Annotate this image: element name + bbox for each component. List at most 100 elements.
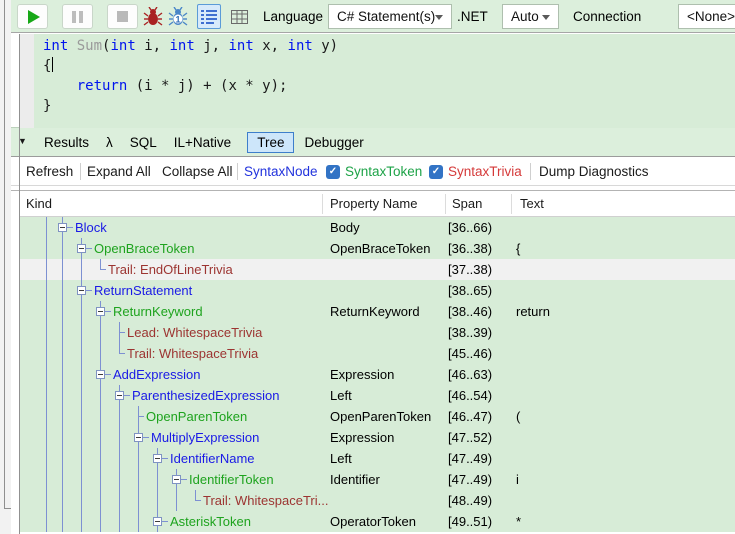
collapse-toggle-icon[interactable] [115,391,124,400]
collapse-toggle-icon[interactable] [77,286,86,295]
tab--[interactable]: λ [105,132,114,153]
kind-cell: Trail: WhitespaceTrivia [127,343,258,364]
collapse-toggle-icon[interactable] [172,475,181,484]
data-grid-results-button[interactable] [227,4,251,29]
tree-row-asterisktoken[interactable]: AsteriskTokenOperatorToken[49..51)* [20,511,735,532]
tree-row-identifiername[interactable]: IdentifierNameLeft[47..49) [20,448,735,469]
debug-single-thread-button[interactable]: 1 [167,5,189,28]
tab-tree[interactable]: Tree [247,132,294,153]
tree-row-trail-whitespacetri-[interactable]: Trail: WhitespaceTri...[48..49) [20,490,735,511]
tree-grid-header: Kind Property Name Span Text [20,191,735,217]
collapse-toggle-icon[interactable] [134,433,143,442]
bug-icon [143,7,163,27]
dump-diagnostics-button[interactable]: Dump Diagnostics [539,164,649,179]
code-line[interactable]: } [43,96,338,116]
rich-text-results-button[interactable] [197,4,221,29]
span-cell: [48..49) [448,490,492,511]
kind-cell: AddExpression [113,364,200,385]
code-token: j, [195,38,229,54]
collapse-toggle-icon[interactable] [153,517,162,526]
tree-row-trail-endoflinetrivia[interactable]: Trail: EndOfLineTrivia[37..38) [20,259,735,280]
expand-all-button[interactable]: Expand All [87,164,151,179]
code-token: { [43,58,51,74]
window-border-line [4,0,5,509]
tree-row-multiplyexpression[interactable]: MultiplyExpressionExpression[47..52) [20,427,735,448]
refresh-button[interactable]: Refresh [26,164,73,179]
kind-cell: ReturnStatement [94,280,192,301]
connection-select[interactable]: <None> [678,4,735,29]
pause-button[interactable] [62,4,93,29]
code-line[interactable]: return (i * j) + (x * y); [43,76,338,96]
tree-guide-line [139,416,144,417]
tree-row-block[interactable]: BlockBody[36..66) [20,217,735,238]
toolbar-separator [237,163,238,180]
syntaxtrivia-label[interactable]: SyntaxTrivia [448,164,522,179]
run-button[interactable] [17,4,48,29]
code-editor[interactable]: int Sum(int i, int j, int x, int y) { ret… [11,34,735,128]
debug-button[interactable] [142,5,164,28]
tree-row-openbracetoken[interactable]: OpenBraceTokenOpenBraceToken[36..38){ [20,238,735,259]
tree-guide-line [196,500,201,501]
language-label: Language [263,9,323,24]
tree-guide-line [105,374,111,375]
tree-row-lead-whitespacetrivia[interactable]: Lead: WhitespaceTrivia[38..39) [20,322,735,343]
tab-results[interactable]: Results [43,132,90,153]
dotnet-select[interactable]: Auto [502,4,559,29]
tree-guide-line [62,385,63,406]
column-separator[interactable] [445,194,446,214]
tree-guide-line [81,364,82,385]
tree-row-identifiertoken[interactable]: IdentifierTokenIdentifier[47..49)i [20,469,735,490]
code-lines[interactable]: int Sum(int i, int j, int x, int y) { ret… [43,36,338,116]
collapse-toggle-icon[interactable] [153,454,162,463]
tab-debugger[interactable]: Debugger [303,132,364,153]
tree-row-trail-whitespacetrivia[interactable]: Trail: WhitespaceTrivia [45..46) [20,343,735,364]
code-token: } [43,98,51,114]
tree-guide-line [46,469,47,490]
text-cell: ( [516,406,520,427]
tab-il-native[interactable]: IL+Native [173,132,232,153]
code-line[interactable]: { [43,56,338,76]
pause-icon [72,11,83,23]
span-cell: [45..46) [448,343,492,364]
code-line[interactable]: int Sum(int i, int j, int x, int y) [43,36,338,56]
collapse-toggle-icon[interactable] [96,307,105,316]
syntaxnode-label[interactable]: SyntaxNode [244,164,318,179]
stop-button[interactable] [107,4,138,29]
tree-row-parenthesizedexpression[interactable]: ParenthesizedExpressionLeft[46..54) [20,385,735,406]
syntaxtoken-checkbox[interactable]: ✓ [326,165,340,179]
kind-cell: ReturnKeyword [113,301,203,322]
stop-icon [117,11,128,22]
text-cell: { [516,238,520,259]
language-select[interactable]: C# Statement(s) [328,4,452,29]
span-cell: [38..46) [448,301,492,322]
column-header-property-name[interactable]: Property Name [330,196,417,211]
tab-sql[interactable]: SQL [129,132,158,153]
kind-cell: Lead: WhitespaceTrivia [127,322,262,343]
column-header-span[interactable]: Span [452,196,482,211]
tree-row-returnstatement[interactable]: ReturnStatement[38..65) [20,280,735,301]
tree-row-addexpression[interactable]: AddExpressionExpression[46..63) [20,364,735,385]
chevron-down-icon [542,15,550,21]
syntaxtoken-label[interactable]: SyntaxToken [345,164,422,179]
tree-row-openparentoken[interactable]: OpenParenTokenOpenParenToken[46..47)( [20,406,735,427]
tree-row-returnkeyword[interactable]: ReturnKeywordReturnKeyword[38..46)return [20,301,735,322]
collapse-toggle-icon[interactable] [58,223,67,232]
column-separator[interactable] [322,194,323,214]
collapse-toggle-icon[interactable] [77,244,86,253]
syntaxtrivia-checkbox[interactable]: ✓ [429,165,443,179]
tree-guide-line [100,511,101,532]
column-separator[interactable] [511,194,512,214]
tree-guide-line [100,427,101,448]
tree-guide-line [138,511,139,532]
code-token [43,78,77,94]
collapse-all-button[interactable]: Collapse All [162,164,233,179]
property-name-cell: OperatorToken [330,511,416,532]
tree-guide-line [46,343,47,364]
tree-guide-line [62,343,63,364]
tree-guide-line [81,343,82,364]
collapse-toggle-icon[interactable] [96,370,105,379]
column-header-kind[interactable]: Kind [26,196,52,211]
column-header-text[interactable]: Text [520,196,544,211]
tree-toolbar: Refresh Expand All Collapse All SyntaxNo… [11,158,735,186]
tree-guide-line [62,469,63,490]
